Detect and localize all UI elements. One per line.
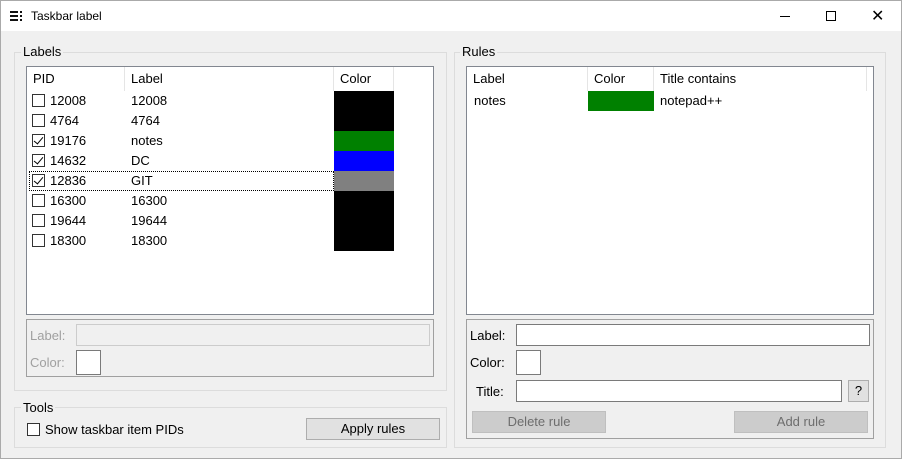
pid-cell: 18300 <box>50 233 87 248</box>
rules-list[interactable]: Label Color Title contains notes notepad… <box>466 66 874 315</box>
row-checkbox[interactable] <box>32 194 45 207</box>
pid-cell: 12008 <box>50 93 87 108</box>
label-row[interactable]: 14632 DC <box>27 151 433 171</box>
label-row[interactable]: 19644 19644 <box>27 211 433 231</box>
row-checkbox[interactable] <box>32 94 45 107</box>
column-header-pid[interactable]: PID <box>27 67 125 91</box>
label-row[interactable]: 18300 18300 <box>27 231 433 251</box>
maximize-button[interactable] <box>808 1 854 31</box>
column-header-title-contains[interactable]: Title contains <box>654 67 867 91</box>
label-color-picker[interactable] <box>76 350 101 375</box>
labels-list-header: PID Label Color <box>27 67 433 91</box>
color-swatch <box>334 231 394 251</box>
label-row[interactable]: 12836 GIT <box>27 171 433 191</box>
show-pids-checkbox[interactable] <box>27 423 40 436</box>
label-cell: notes <box>131 133 163 148</box>
rule-label-input[interactable] <box>516 324 870 346</box>
color-swatch <box>334 171 394 191</box>
maximize-icon <box>826 11 836 21</box>
rule-label-caption: Label: <box>470 328 506 343</box>
label-caption: Label: <box>30 328 66 343</box>
label-input[interactable] <box>76 324 430 346</box>
column-header-label[interactable]: Label <box>125 67 334 91</box>
delete-rule-button[interactable]: Delete rule <box>472 411 606 433</box>
rule-row[interactable]: notes notepad++ <box>467 91 873 111</box>
add-rule-button[interactable]: Add rule <box>734 411 868 433</box>
title-bar[interactable]: Taskbar label ✕ <box>1 1 901 31</box>
minimize-button[interactable] <box>762 1 808 31</box>
column-header-color[interactable]: Color <box>334 67 394 91</box>
row-checkbox[interactable] <box>32 154 45 167</box>
pid-cell: 4764 <box>50 113 79 128</box>
close-button[interactable]: ✕ <box>854 1 900 31</box>
label-row[interactable]: 4764 4764 <box>27 111 433 131</box>
apply-rules-button[interactable]: Apply rules <box>306 418 440 440</box>
rules-list-header: Label Color Title contains <box>467 67 873 91</box>
label-cell: 12008 <box>131 93 168 108</box>
rule-title-caption: Title: <box>476 384 504 399</box>
show-pids-label[interactable]: Show taskbar item PIDs <box>45 422 184 437</box>
row-checkbox[interactable] <box>32 234 45 247</box>
label-row[interactable]: 16300 16300 <box>27 191 433 211</box>
focus-rectangle <box>29 171 334 191</box>
labels-list[interactable]: PID Label Color 12008 12008 4764 4764 19176 n… <box>26 66 434 315</box>
color-swatch <box>334 131 394 151</box>
rule-title-input[interactable] <box>516 380 842 402</box>
pid-cell: 16300 <box>50 193 87 208</box>
row-checkbox[interactable] <box>32 114 45 127</box>
rule-color-caption: Color: <box>470 355 505 370</box>
row-checkbox[interactable] <box>32 134 45 147</box>
title-help-button[interactable]: ? <box>848 380 869 402</box>
tools-group-title: Tools <box>21 400 56 415</box>
label-row[interactable]: 12008 12008 <box>27 91 433 111</box>
rule-color-swatch <box>588 91 654 111</box>
label-cell: 16300 <box>131 193 168 208</box>
color-swatch <box>334 191 394 211</box>
label-cell: 4764 <box>131 113 160 128</box>
color-swatch <box>334 151 394 171</box>
app-window: Taskbar label ✕ Labels PID Label Color 1… <box>0 0 902 459</box>
rule-editor: Label: Color: Title: ? Delete rule Add r… <box>466 319 874 439</box>
minimize-icon <box>780 16 790 17</box>
pid-cell: 19644 <box>50 213 87 228</box>
rule-title-cell: notepad++ <box>660 93 723 108</box>
window-title: Taskbar label <box>31 9 102 23</box>
label-row[interactable]: 19176 notes <box>27 131 433 151</box>
row-checkbox[interactable] <box>32 214 45 227</box>
color-swatch <box>334 91 394 111</box>
rules-group-title: Rules <box>460 44 498 59</box>
label-cell: 19644 <box>131 213 168 228</box>
label-cell: 18300 <box>131 233 168 248</box>
pid-cell: 14632 <box>50 153 87 168</box>
label-cell: DC <box>131 153 150 168</box>
pid-cell: 19176 <box>50 133 87 148</box>
column-header-rule-label[interactable]: Label <box>467 67 588 91</box>
color-swatch <box>334 111 394 131</box>
column-header-rule-color[interactable]: Color <box>588 67 654 91</box>
rule-color-picker[interactable] <box>516 350 541 375</box>
color-swatch <box>334 211 394 231</box>
close-icon: ✕ <box>871 6 885 25</box>
label-editor: Label: Color: <box>26 319 434 377</box>
labels-group-title: Labels <box>21 44 64 59</box>
app-menu-icon[interactable] <box>10 10 22 22</box>
color-caption: Color: <box>30 355 65 370</box>
rule-label-cell: notes <box>474 93 506 108</box>
